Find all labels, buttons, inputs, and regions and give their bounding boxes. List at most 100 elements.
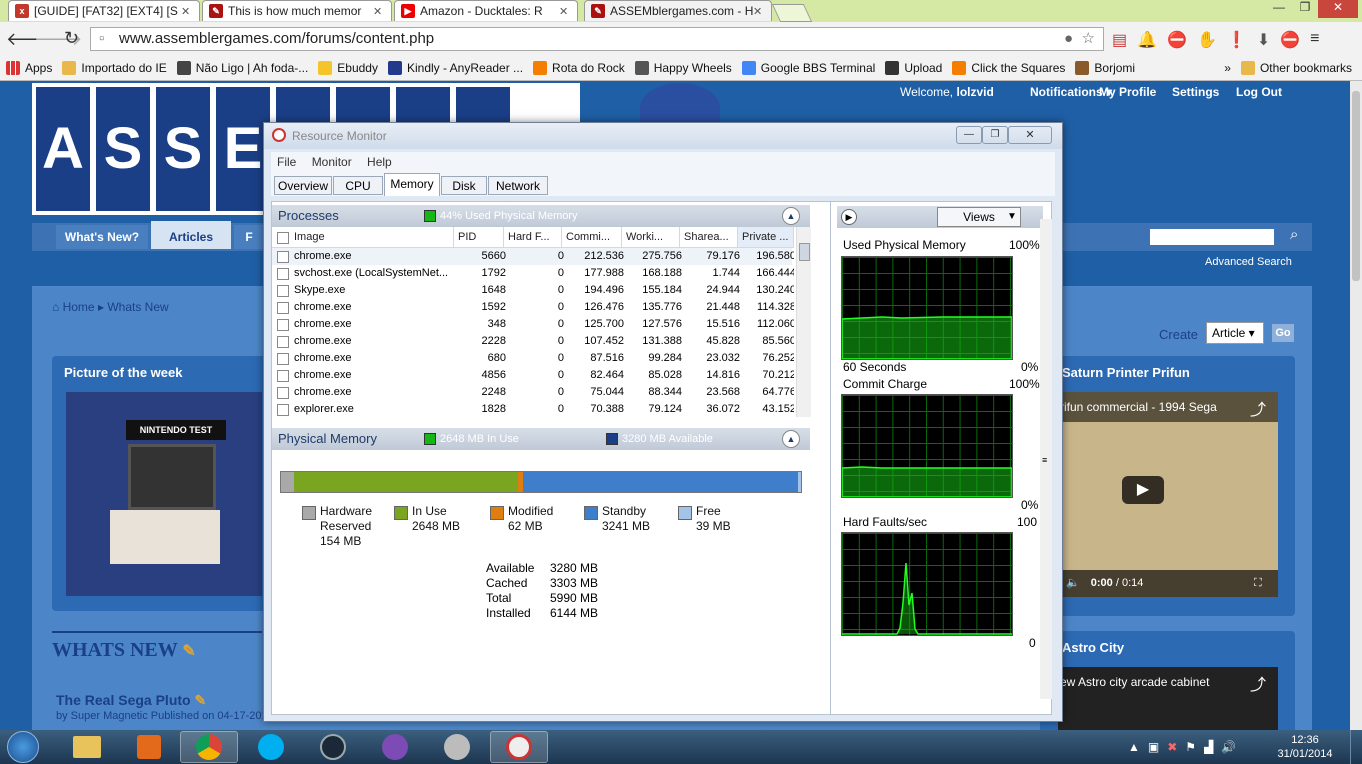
minimize-icon[interactable]: — [1266, 0, 1292, 18]
process-checkbox[interactable] [277, 319, 289, 331]
astro-video[interactable]: ew Astro city arcade cabinet ⤴ [1058, 667, 1278, 730]
taskbar-steam[interactable] [304, 731, 362, 763]
tray-blocked-icon[interactable]: ✖ [1167, 740, 1177, 754]
fullscreen-icon[interactable]: ⛶ [1254, 570, 1262, 597]
nav-whats-new[interactable]: What's New? [56, 225, 148, 249]
process-row[interactable]: Skype.exe 1648 0 194.496 155.184 24.944 130.24… [272, 282, 794, 299]
download-icon[interactable]: ⬇ [1257, 30, 1270, 50]
process-checkbox[interactable] [277, 353, 289, 365]
close-tab-icon[interactable]: ✕ [181, 5, 193, 18]
bookmark-item[interactable]: Rota do Rock [533, 61, 625, 75]
address-bar[interactable]: ▫ www.assemblergames.com/forums/content.… [90, 27, 1104, 51]
bookmark-apps[interactable]: Apps [6, 61, 52, 75]
bookmark-folder[interactable]: Importado do IE [62, 61, 167, 75]
scrollbar-thumb[interactable] [799, 243, 810, 261]
close-icon[interactable]: ✕ [1008, 126, 1052, 144]
extension-icon[interactable]: ▤ [1112, 30, 1127, 50]
my-profile-link[interactable]: My Profile [1099, 85, 1156, 99]
adblock-icon[interactable]: ⛔ [1167, 30, 1187, 50]
collapse-icon[interactable]: ▲ [782, 430, 800, 448]
browser-tab-4-active[interactable]: ✎ ASSEMblergames.com - H ✕ [584, 0, 772, 21]
col-working-set[interactable]: Worki... [622, 227, 680, 247]
go-button[interactable]: Go [1272, 324, 1294, 342]
col-commit[interactable]: Commi... [562, 227, 622, 247]
physical-memory-header[interactable]: Physical Memory 2648 MB In Use 3280 MB A… [272, 428, 810, 450]
process-row[interactable]: chrome.exe 2228 0 107.452 131.388 45.828 85.56… [272, 333, 794, 350]
settings-link[interactable]: Settings [1172, 85, 1219, 99]
select-all-checkbox[interactable] [277, 232, 289, 244]
scrollbar-thumb[interactable] [1352, 91, 1360, 281]
star-icon[interactable]: ☆ [1082, 28, 1095, 50]
bookmark-item[interactable]: Happy Wheels [634, 61, 732, 75]
browser-tab-1[interactable]: x [GUIDE] [FAT32] [EXT4] [S ✕ [8, 0, 200, 21]
col-hard-faults[interactable]: Hard F... [504, 227, 562, 247]
tab-network[interactable]: Network [488, 176, 548, 195]
bookmark-item[interactable]: Upload [885, 61, 942, 75]
create-select[interactable]: Article ▾ [1206, 322, 1264, 344]
process-row[interactable]: explorer.exe 1828 0 70.388 79.124 36.072 43.15… [272, 401, 794, 418]
location-icon[interactable]: ● [1064, 28, 1073, 50]
tab-overview[interactable]: Overview [274, 176, 332, 195]
process-row[interactable]: chrome.exe 680 0 87.516 99.284 23.032 76.252 [272, 350, 794, 367]
col-image[interactable]: Image [290, 227, 454, 247]
process-checkbox[interactable] [277, 302, 289, 314]
menu-icon[interactable]: ≡ [1310, 30, 1319, 50]
stop-icon[interactable]: ✋ [1197, 30, 1217, 50]
close-tab-icon[interactable]: ✕ [373, 5, 385, 18]
nav-articles[interactable]: Articles [151, 221, 231, 249]
other-bookmarks[interactable]: Other bookmarks [1240, 61, 1352, 75]
username-link[interactable]: lolzvid [956, 85, 993, 99]
tray-app-icon[interactable]: ▣ [1148, 740, 1159, 754]
minimize-icon[interactable]: — [956, 126, 982, 144]
expand-icon[interactable]: ▶ [841, 209, 857, 225]
process-row[interactable]: chrome.exe 1592 0 126.476 135.776 21.448 114.3… [272, 299, 794, 316]
process-checkbox[interactable] [277, 268, 289, 280]
play-icon[interactable]: ▶ [1122, 476, 1164, 504]
processes-header[interactable]: Processes 44% Used Physical Memory ▲ [272, 205, 810, 227]
bookmarks-overflow[interactable]: » [1224, 61, 1231, 75]
close-tab-icon[interactable]: ✕ [559, 5, 571, 18]
tab-disk[interactable]: Disk [441, 176, 487, 195]
warning-icon[interactable]: ❗ [1227, 30, 1247, 50]
logout-link[interactable]: Log Out [1236, 85, 1282, 99]
bookmark-item[interactable]: Click the Squares [952, 61, 1065, 75]
start-button[interactable] [4, 730, 42, 764]
taskbar-media-player[interactable] [120, 731, 178, 763]
close-window-icon[interactable]: ✕ [1318, 0, 1358, 18]
tray-network-icon[interactable]: ⚑ [1185, 740, 1196, 754]
reload-icon[interactable]: ↻ [64, 28, 79, 49]
nav-forums[interactable]: F [234, 225, 264, 249]
col-pid[interactable]: PID [454, 227, 504, 247]
taskbar-skype[interactable] [242, 731, 300, 763]
volume-icon[interactable]: 🔊 [1221, 740, 1236, 754]
process-row[interactable]: chrome.exe 5660 0 212.536 275.756 79.176 196.5… [272, 248, 794, 265]
col-shareable[interactable]: Sharea... [680, 227, 738, 247]
bookmark-item[interactable]: Borjomi [1075, 61, 1135, 75]
close-tab-icon[interactable]: ✕ [753, 5, 765, 18]
maximize-icon[interactable]: ❐ [1292, 0, 1318, 18]
show-hidden-icon[interactable]: ▲ [1128, 740, 1140, 754]
saturn-video[interactable]: rifun commercial - 1994 Sega ⤴ ▶ 🔈 0:00 … [1058, 392, 1278, 597]
signal-icon[interactable]: ▟ [1204, 740, 1213, 754]
tab-cpu[interactable]: CPU [333, 176, 383, 195]
process-row[interactable]: chrome.exe 348 0 125.700 127.576 15.516 112.06… [272, 316, 794, 333]
search-icon[interactable]: ⌕ [1290, 226, 1298, 243]
share-icon[interactable]: ⤴ [1250, 671, 1266, 695]
col-private[interactable]: Private ... [738, 227, 794, 247]
volume-icon[interactable]: 🔈 [1066, 577, 1080, 589]
bell-icon[interactable]: 🔔 [1137, 30, 1157, 50]
process-checkbox[interactable] [277, 404, 289, 416]
process-checkbox[interactable] [277, 336, 289, 348]
process-checkbox[interactable] [277, 370, 289, 382]
maximize-icon[interactable]: ❐ [982, 126, 1008, 144]
clock[interactable]: 12:36 31/01/2014 [1270, 733, 1340, 761]
page-scrollbar[interactable] [1350, 81, 1362, 730]
advanced-search-link[interactable]: Advanced Search [1205, 256, 1292, 268]
processes-scrollbar[interactable] [796, 227, 811, 417]
show-desktop-button[interactable] [1350, 730, 1362, 764]
bookmark-item[interactable]: Kindly - AnyReader ... [387, 61, 523, 75]
bookmark-item[interactable]: Google BBS Terminal [741, 61, 875, 75]
taskbar-resource-monitor[interactable] [490, 731, 548, 763]
process-checkbox[interactable] [277, 285, 289, 297]
process-checkbox[interactable] [277, 387, 289, 399]
